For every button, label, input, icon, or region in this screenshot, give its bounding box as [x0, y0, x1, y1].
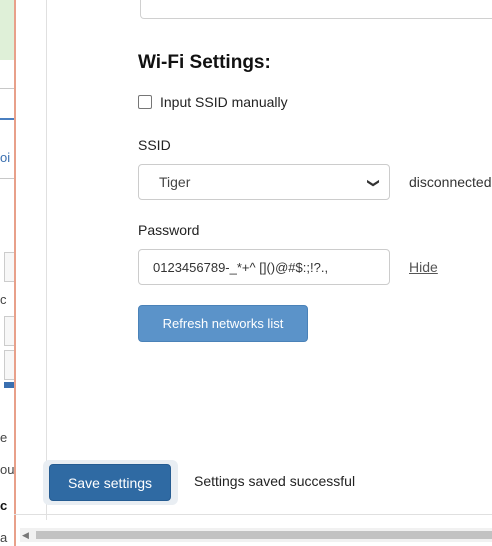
background-progress-bar	[4, 382, 14, 388]
background-text-fragment: c	[0, 292, 7, 307]
save-status-message: Settings saved successful	[194, 473, 356, 489]
wifi-settings-heading: Wi-Fi Settings:	[138, 52, 271, 73]
background-text-fragment: ou	[0, 462, 14, 477]
hide-password-link[interactable]: Hide	[409, 259, 438, 275]
footer-divider	[14, 514, 492, 515]
password-label: Password	[138, 222, 200, 238]
ssid-label: SSID	[138, 137, 171, 153]
background-alert-strip	[0, 0, 14, 60]
save-button-focus-ring: Save settings	[43, 460, 178, 505]
password-value: 0123456789-_*+^ []()@#$:;!?.,	[153, 259, 329, 275]
panel-divider	[46, 0, 47, 520]
save-settings-button[interactable]: Save settings	[49, 464, 171, 501]
manual-ssid-checkbox[interactable]	[138, 95, 152, 109]
background-link-fragment[interactable]: oi	[0, 150, 10, 165]
background-text-fragment: a	[0, 530, 8, 545]
background-text-fragment: c	[0, 498, 8, 513]
scrollbar-thumb[interactable]	[36, 531, 492, 539]
background-input	[4, 350, 14, 380]
ssid-select[interactable]: Tiger ❯	[138, 164, 390, 200]
refresh-networks-button[interactable]: Refresh networks list	[138, 305, 308, 342]
manual-ssid-label: Input SSID manually	[160, 94, 288, 110]
background-tab-underline	[0, 118, 14, 120]
background-page: oi c e ou c a	[0, 0, 14, 546]
background-divider	[0, 88, 14, 89]
ssid-selected-value: Tiger	[159, 174, 191, 190]
background-input	[4, 252, 14, 282]
background-input	[4, 316, 14, 346]
password-input[interactable]: 0123456789-_*+^ []()@#$:;!?.,	[138, 249, 390, 285]
chevron-down-icon: ❯	[366, 177, 381, 189]
manual-ssid-option[interactable]: Input SSID manually	[138, 94, 288, 110]
previous-input-field[interactable]	[140, 0, 492, 19]
scroll-left-icon[interactable]: ◀	[22, 530, 29, 541]
horizontal-scrollbar[interactable]: ◀	[20, 528, 492, 542]
background-text-fragment: e	[0, 430, 8, 445]
background-divider	[0, 178, 14, 179]
connection-status: disconnected	[409, 174, 492, 190]
